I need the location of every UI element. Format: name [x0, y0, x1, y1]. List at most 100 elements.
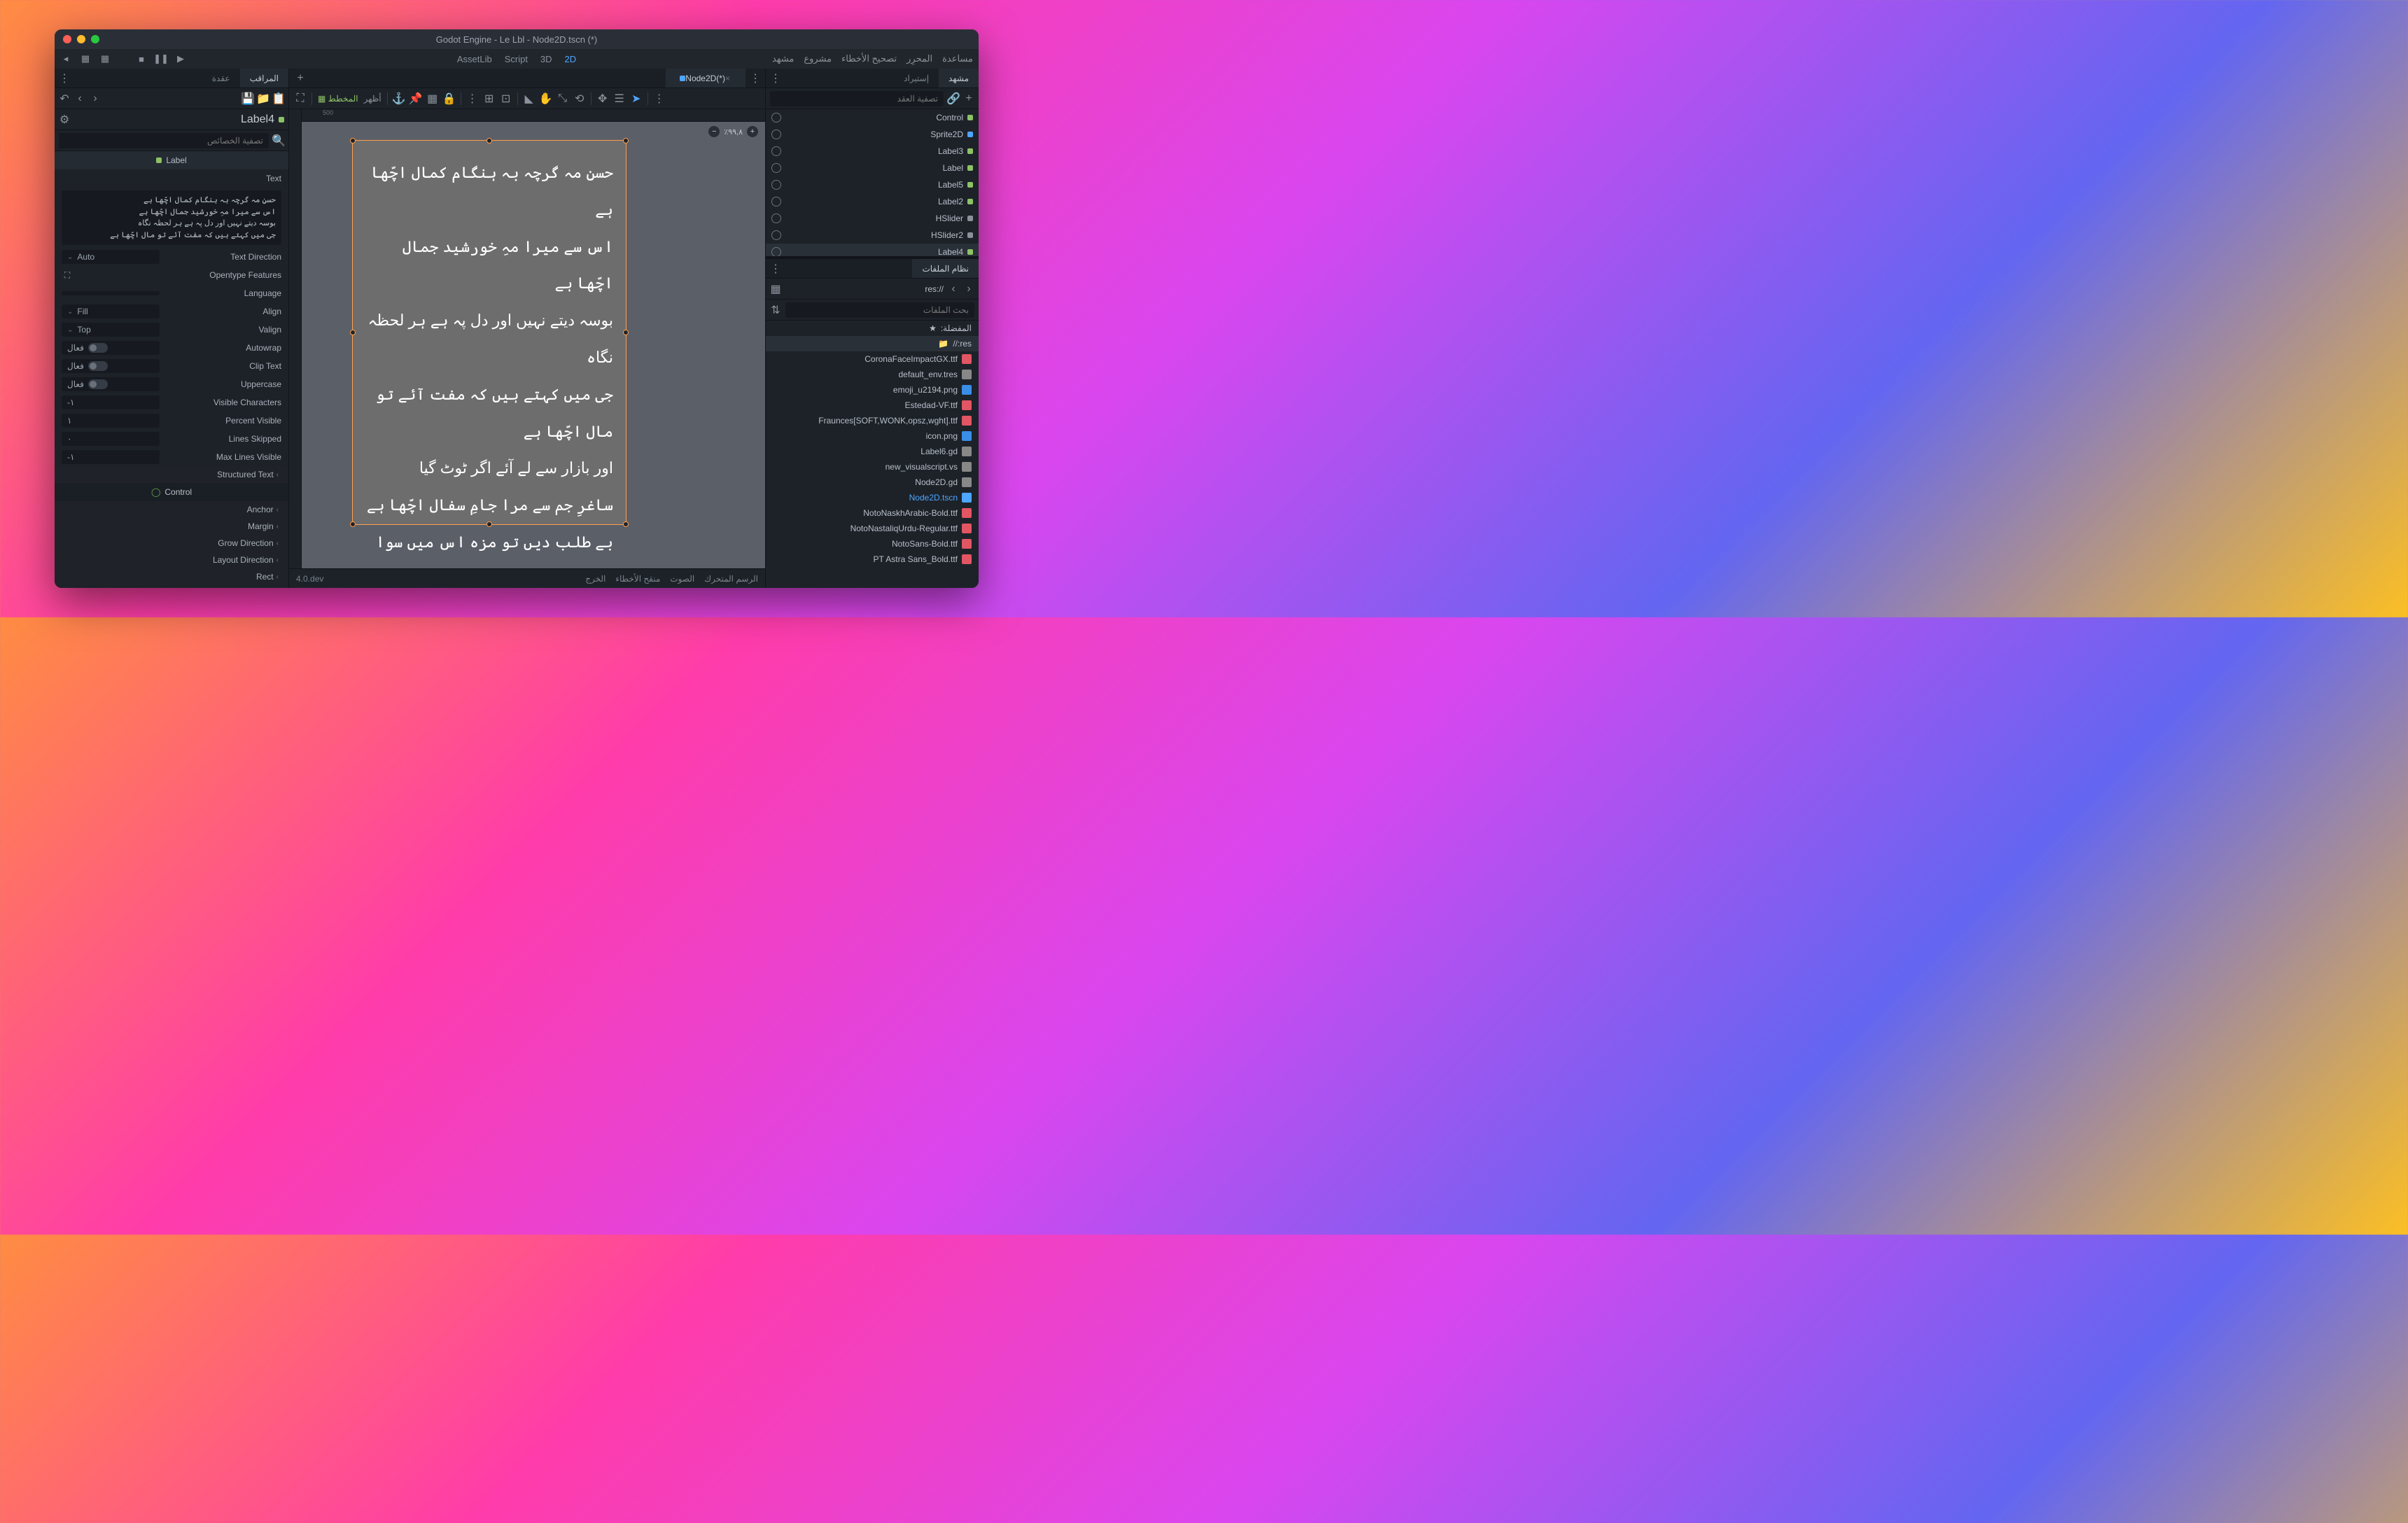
play-scene-icon[interactable]: ▦	[99, 53, 111, 64]
scene-node[interactable]: Label5	[766, 176, 979, 193]
scene-node[interactable]: HSlider2	[766, 227, 979, 244]
scene-node[interactable]: Sprite2D	[766, 126, 979, 143]
visibility-icon[interactable]	[771, 247, 781, 256]
visibility-icon[interactable]	[771, 197, 781, 206]
grid-view-icon[interactable]: ▦	[770, 283, 781, 295]
scene-node[interactable]: Control	[766, 109, 979, 126]
layout-button[interactable]: ▦ المخطط	[318, 94, 358, 104]
canvas-viewport[interactable]: 500 − ٪٩٩,٨ + حسنِ مہ گرچہ بہ ہنگام کمال…	[289, 109, 765, 568]
pan-icon[interactable]: ✋	[540, 93, 552, 104]
file-item[interactable]: NotoNastaliqUrdu-Regular.ttf	[766, 521, 979, 536]
file-item[interactable]: Fraunces[SOFT,WONK,opsz,wght].ttf	[766, 413, 979, 428]
property-sub[interactable]: Grow Direction ‹	[55, 535, 288, 552]
menu-item[interactable]: مشهد	[772, 53, 794, 64]
minimize-icon[interactable]	[77, 35, 85, 43]
section-label-header[interactable]: Label	[55, 151, 288, 169]
snap-icon[interactable]: ⊞	[484, 93, 495, 104]
scene-node[interactable]: HSlider	[766, 210, 979, 227]
tab-scene[interactable]: مشهد	[939, 69, 979, 87]
file-item[interactable]: icon.png	[766, 428, 979, 444]
file-item[interactable]: Node2D.gd	[766, 475, 979, 490]
menu-item[interactable]: المحرِر	[906, 53, 932, 64]
close-icon[interactable]	[63, 35, 71, 43]
property-value[interactable]: فعال	[62, 377, 160, 391]
property-sub[interactable]: Structured Text ‹	[55, 466, 288, 483]
add-node-icon[interactable]: +	[963, 93, 974, 104]
expand-icon[interactable]: ⛶	[62, 269, 73, 281]
dock-menu-icon[interactable]: ⋮	[770, 263, 781, 274]
property-value[interactable]: -١	[62, 450, 160, 464]
scene-node[interactable]: Label2	[766, 193, 979, 210]
visibility-icon[interactable]	[771, 163, 781, 173]
scene-node[interactable]: Label	[766, 160, 979, 176]
menu-icon[interactable]: ⋮	[654, 93, 665, 104]
filter-nodes-input[interactable]	[770, 91, 944, 106]
menu-item[interactable]: مشروع	[804, 53, 832, 64]
show-button[interactable]: أظهر	[364, 94, 382, 104]
property-value[interactable]: ⌄ Auto	[62, 250, 160, 264]
visibility-icon[interactable]	[771, 180, 781, 190]
file-item[interactable]: NotoNaskhArabic-Bold.ttf	[766, 505, 979, 521]
search-files-input[interactable]	[785, 302, 974, 318]
list-icon[interactable]: ☰	[614, 93, 625, 104]
visibility-icon[interactable]	[771, 230, 781, 240]
property-value[interactable]: ٠	[62, 432, 160, 446]
scene-node[interactable]: Label3	[766, 143, 979, 160]
move-icon[interactable]: ✥	[597, 93, 608, 104]
grid-snap-icon[interactable]: ⊡	[500, 93, 512, 104]
tab-node[interactable]: عقدة	[202, 69, 240, 87]
tab-inspector[interactable]: المراقب	[240, 69, 288, 87]
add-tab-icon[interactable]: +	[295, 73, 306, 84]
file-item[interactable]: Node2D.tscn	[766, 490, 979, 505]
maximize-icon[interactable]	[91, 35, 99, 43]
bottom-tab[interactable]: الخرج	[585, 574, 606, 584]
dock-menu-icon[interactable]: ⋮	[770, 73, 781, 84]
property-sub[interactable]: Rect ‹	[55, 568, 288, 585]
file-item[interactable]: new_visualscript.vs	[766, 459, 979, 475]
menu-item[interactable]: مساعدة	[942, 53, 973, 64]
copy-icon[interactable]: 📋	[273, 93, 284, 104]
prev-icon[interactable]: ‹	[948, 283, 959, 295]
link-icon[interactable]: 🔗	[948, 93, 959, 104]
scene-icon[interactable]: ▦	[80, 53, 91, 64]
menu-item[interactable]: تصحيح الأخطاء	[841, 53, 897, 64]
visibility-icon[interactable]	[771, 129, 781, 139]
bottom-tab[interactable]: منقح الأخطاء	[615, 574, 660, 584]
scene-tab[interactable]: Node2D(*) ×	[666, 69, 746, 87]
file-item[interactable]: default_env.tres	[766, 367, 979, 382]
lock-icon[interactable]: 🔒	[444, 93, 455, 104]
zoom-in-icon[interactable]: +	[747, 126, 758, 137]
bottom-tab[interactable]: الصوت	[670, 574, 694, 584]
file-item[interactable]: PT Astra Sans_Bold.ttf	[766, 552, 979, 567]
property-value[interactable]: ⌄ Top	[62, 323, 160, 337]
fullscreen-icon[interactable]: ⛶	[295, 93, 306, 104]
tab-filesystem[interactable]: نظام الملفات	[912, 259, 979, 278]
select-icon[interactable]: ➤	[631, 93, 642, 104]
property-value[interactable]: فعال	[62, 359, 160, 373]
folder-icon[interactable]: 📁	[258, 93, 269, 104]
visibility-icon[interactable]	[771, 213, 781, 223]
res-root[interactable]: res://📁	[766, 336, 979, 351]
tab-assetlib[interactable]: AssetLib	[457, 54, 492, 64]
property-sub[interactable]: Margin ‹	[55, 518, 288, 535]
section-control-header[interactable]: ◯ Control	[55, 483, 288, 501]
tab-script[interactable]: Script	[505, 54, 528, 64]
rotate-icon[interactable]: ⟲	[574, 93, 585, 104]
magnet-icon[interactable]: ⋮	[467, 93, 478, 104]
property-sub[interactable]: Anchor ‹	[55, 501, 288, 518]
bottom-tab[interactable]: الرسم المتحرك	[704, 574, 758, 584]
history-icon[interactable]: ↶	[59, 93, 70, 104]
play-icon[interactable]: ▶	[175, 53, 186, 64]
text-value-field[interactable]: حسنِ مہ گرچہ بہ ہنگام کمال اچّھا ہے اس س…	[62, 190, 281, 245]
dock-menu-icon[interactable]: ⋮	[59, 73, 70, 84]
property-value[interactable]: -١	[62, 395, 160, 409]
property-value[interactable]: ⌄ Fill	[62, 304, 160, 318]
anchor-icon[interactable]: ⚓	[393, 93, 405, 104]
file-item[interactable]: NotoSans-Bold.ttf	[766, 536, 979, 552]
next-icon[interactable]: ›	[963, 283, 974, 295]
back-icon[interactable]: ◂	[60, 53, 71, 64]
next-icon[interactable]: ›	[90, 93, 101, 104]
scene-node[interactable]: Label4	[766, 244, 979, 256]
tab-2d[interactable]: 2D	[565, 54, 577, 64]
grid-icon[interactable]: ▦	[427, 93, 438, 104]
